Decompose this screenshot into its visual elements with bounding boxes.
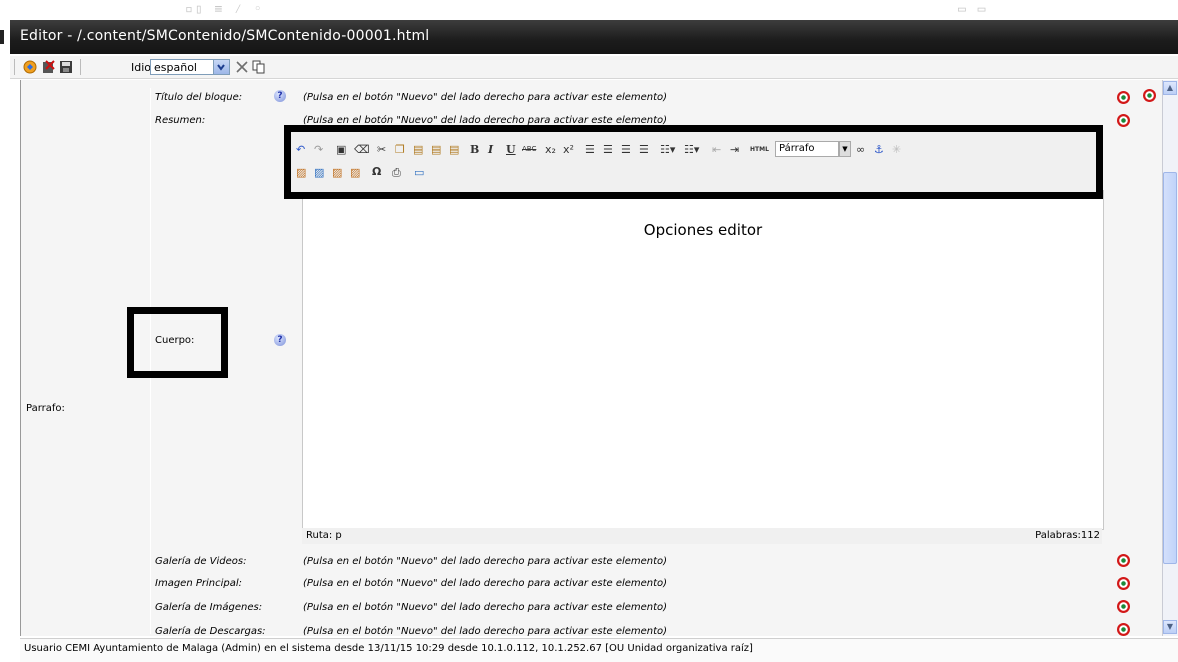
help-icon[interactable]: ? [274,334,286,346]
save-icon[interactable] [59,60,74,74]
scroll-down-icon[interactable]: ▼ [1163,620,1177,634]
ghost-icons-left: ▫▯ ≡ ⁄ ◦ [185,2,264,17]
add-element-icon[interactable] [1117,114,1130,127]
editor-caption: Opciones editor [643,221,763,239]
add-element-icon[interactable] [1117,623,1130,636]
toolbar-separator [14,59,15,75]
field-message-galeria-imagenes: (Pulsa en el botón "Nuevo" del lado dere… [303,602,668,613]
status-bar: Usuario CEMI Ayuntamiento de Malaga (Adm… [20,638,1178,662]
scrollbar-thumb[interactable] [1163,172,1177,564]
add-element-icon[interactable] [1117,600,1130,613]
help-icon[interactable]: ? [274,90,286,102]
add-element-icon[interactable] [1117,91,1130,104]
field-label-resumen: Resumen: [155,115,206,126]
ghost-icons-right: ▭ ▭ [958,2,988,17]
language-select[interactable]: español [150,59,230,75]
title-bar-edge [0,30,4,44]
field-label-galeria-descargas: Galería de Descargas: [155,626,266,637]
language-select-value: español [154,61,197,74]
toolbar-separator [80,59,81,75]
editor-path: Ruta: p [306,530,342,541]
delete-file-icon[interactable] [41,60,56,74]
editor-word-count: Palabras:112 [1035,530,1100,541]
field-message-imagen-principal: (Pulsa en el botón "Nuevo" del lado dere… [303,578,668,589]
add-element-icon[interactable] [1117,554,1130,567]
annotation-box-toolbar [284,125,1103,199]
publish-icon[interactable] [23,60,38,74]
field-message-titulo: (Pulsa en el botón "Nuevo" del lado dere… [303,92,668,103]
main-toolbar: Idioma español [10,56,1178,79]
section-label-parrafo: Parrafo: [26,403,65,414]
field-label-imagen-principal: Imagen Principal: [155,578,242,589]
add-element-icon[interactable] [1117,577,1130,590]
window-title: Editor - /.content/SMContenido/SMConteni… [20,28,430,44]
copy-icon[interactable] [252,60,267,74]
field-label-galeria-videos: Galería de Videos: [155,556,247,567]
chevron-down-icon[interactable] [213,60,229,74]
window-title-bar: Editor - /.content/SMContenido/SMConteni… [0,20,1178,54]
field-message-galeria-videos: (Pulsa en el botón "Nuevo" del lado dere… [303,556,668,567]
field-label-titulo: Título del bloque: [155,92,243,103]
annotation-box-cuerpo [127,307,228,378]
status-text: Usuario CEMI Ayuntamiento de Malaga (Adm… [24,643,753,654]
field-label-galeria-imagenes: Galería de Imágenes: [155,602,263,613]
close-icon[interactable] [235,60,250,74]
add-element-icon[interactable] [1143,89,1156,102]
field-message-galeria-descargas: (Pulsa en el botón "Nuevo" del lado dere… [303,626,668,637]
background-toolbar-ghost: ▫▯ ≡ ⁄ ◦ ▭ ▭ [0,0,1178,20]
rich-text-editor[interactable]: Opciones editor [302,190,1104,530]
editor-status-bar: Ruta: p Palabras:112 [302,528,1102,544]
scroll-up-icon[interactable]: ▲ [1163,81,1177,95]
